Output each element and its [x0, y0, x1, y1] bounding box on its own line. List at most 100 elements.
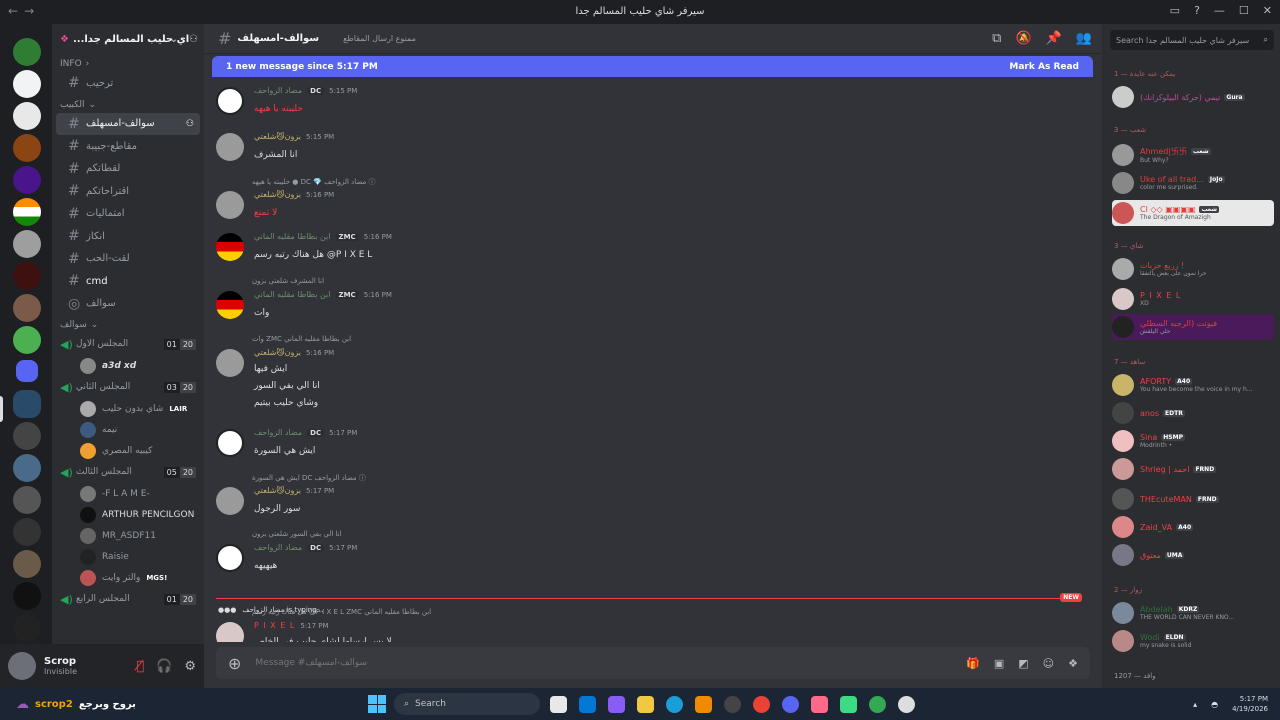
member-item[interactable]: Zaid_VA A40	[1112, 514, 1274, 540]
windows-start-icon[interactable]	[368, 695, 386, 713]
network-icon[interactable]: ◓	[1211, 700, 1218, 709]
taskbar-widget[interactable]: ☁ scrop2 بروح وبرجع	[16, 697, 136, 712]
headphones-icon[interactable]: 🎧	[156, 659, 172, 674]
settings-icon[interactable]: ⚙	[184, 659, 196, 674]
avatar[interactable]	[216, 291, 244, 319]
member-item[interactable]: Sina HSMP Modrinth •	[1112, 428, 1274, 454]
member-list-icon[interactable]: 👥	[1076, 31, 1092, 46]
channel-active[interactable]: # سوالف-امسهلف ⚇	[56, 112, 200, 135]
author-name[interactable]: مضاد الزواحف	[254, 428, 302, 437]
author-name[interactable]: مضاد الزواحف	[254, 86, 302, 95]
author-name[interactable]: بزون😼شلعتي	[254, 348, 301, 357]
apps-icon[interactable]: ❖	[1068, 657, 1078, 670]
message[interactable]: انا المشرف شلعتي بزون ابن بطاطا مقليه ال…	[216, 277, 1076, 327]
voice-user[interactable]: نيمه	[52, 419, 204, 440]
server-icon[interactable]	[13, 550, 41, 578]
channel-item[interactable]: # مقاطع-جبيبة	[56, 135, 200, 158]
sticker-icon[interactable]: ◩	[1018, 657, 1028, 670]
server-icon[interactable]	[13, 294, 41, 322]
channel-item[interactable]: ◎ سوالف	[56, 293, 200, 316]
voice-user[interactable]: والتر وایت MGS!	[52, 567, 204, 588]
category-info[interactable]: INFO ›	[52, 54, 204, 72]
message[interactable]: ايش هي السورة DC مضاد الزواحف ⓘ بزون😼شلع…	[216, 474, 1076, 523]
server-icon[interactable]	[13, 326, 41, 354]
avatar[interactable]	[216, 487, 244, 515]
channel-topic[interactable]: ممنوع ارسال المقاطع	[343, 34, 416, 43]
channel-item[interactable]: # لقت-الحب	[56, 248, 200, 271]
task-view-icon[interactable]	[550, 695, 567, 713]
author-name[interactable]: بزون😼شلعتي	[254, 190, 301, 199]
author-name[interactable]: ابن بطاطا مقليه الماني	[254, 290, 331, 299]
mute-icon[interactable]: 🎙̸	[136, 659, 144, 674]
avatar[interactable]	[216, 191, 244, 219]
member-item[interactable]: Abdelah KDRZ THE WORLD CAN NEVER KNO...	[1112, 600, 1274, 626]
member-item[interactable]: anos EDTR	[1112, 400, 1274, 426]
gif-icon[interactable]: ▣	[994, 657, 1004, 670]
mark-as-read-button[interactable]: Mark As Read	[1009, 62, 1079, 72]
avatar[interactable]	[216, 133, 244, 161]
voice-user[interactable]: MR_ASDF11	[52, 525, 204, 546]
author-name[interactable]: ابن بطاطا مقليه الماني	[254, 232, 331, 241]
avatar[interactable]	[216, 622, 244, 642]
steam-icon[interactable]	[724, 695, 741, 713]
member-item[interactable]: Cl ◇◇ ▣▣▣▣ شعب The Dragon of Amazigh	[1112, 200, 1274, 226]
tray-icon[interactable]: ▴	[1193, 700, 1197, 709]
server-icon[interactable]	[13, 166, 41, 194]
avatar[interactable]	[216, 544, 244, 572]
voice-user[interactable]: كيبيه المصري	[52, 440, 204, 461]
edge-icon[interactable]	[666, 695, 683, 713]
author-name[interactable]: بزون😼شلعتي	[254, 486, 301, 495]
server-icon[interactable]	[13, 38, 41, 66]
member-item[interactable]: زريع حزبات ! حرا نمون على بعض يالتفقا	[1112, 256, 1274, 282]
server-icon[interactable]	[13, 582, 41, 610]
server-icon[interactable]	[13, 102, 41, 130]
avatar[interactable]	[216, 429, 244, 457]
store-icon[interactable]	[579, 695, 596, 713]
maximize-button[interactable]: ☐	[1239, 4, 1249, 17]
pin-icon[interactable]: 📌	[1046, 31, 1062, 46]
voice-channel[interactable]: ◀) المجلس الاول 01 20	[52, 333, 204, 355]
server-icon[interactable]	[13, 230, 41, 258]
member-item[interactable]: Ahmed|卐卐 شعب But Why?	[1112, 142, 1274, 168]
avatar[interactable]	[216, 87, 244, 115]
gift-icon[interactable]: 🎁	[966, 657, 980, 670]
avatar[interactable]	[8, 652, 36, 680]
help-icon[interactable]: ?	[1194, 4, 1200, 17]
member-item[interactable]: Uke of all trad... JoJo color me surprised…	[1112, 170, 1274, 196]
taskbar-search[interactable]: ⌕ Search	[394, 693, 540, 715]
clock[interactable]: 5:17 PM 4/19/2026	[1232, 694, 1268, 714]
minimize-button[interactable]: —	[1214, 4, 1225, 17]
reply-preview[interactable]: انا المشرف شلعتي بزون	[252, 277, 324, 285]
avatar[interactable]	[216, 233, 244, 261]
member-item[interactable]: Shrieg | احمد FRND	[1112, 456, 1274, 482]
message[interactable]: هل هناك رتبه رسم @P I X E L ZMC ابن بطاط…	[216, 608, 1076, 642]
server-header[interactable]: ❖ ...اي حليب المسالم جدا ⌄ ⚇	[52, 24, 204, 54]
voice-channel[interactable]: ◀) المجلس الرابع 01 20	[52, 588, 204, 610]
channel-item[interactable]: # انکاز	[56, 225, 200, 248]
member-item[interactable]: Wodi ELDN my snake is solid	[1112, 628, 1274, 654]
message[interactable]: مضاد الزواحف DC 5:17 PM ايش هي السورة	[216, 425, 1076, 465]
avatar[interactable]	[216, 349, 244, 377]
server-icon[interactable]	[13, 422, 41, 450]
server-icon[interactable]	[13, 70, 41, 98]
chrome-icon[interactable]	[753, 695, 770, 713]
message[interactable]: وات ZMC ابن بطاطا مقليه الماني بزون😼شلعت…	[216, 335, 1076, 415]
server-icon[interactable]	[13, 390, 41, 418]
voice-user[interactable]: ARTHUR PENCILGON	[52, 504, 204, 525]
server-icon[interactable]	[13, 134, 41, 162]
member-item[interactable]: (تيمي (حركة البيلوكرانك Gura	[1112, 84, 1274, 110]
author-name[interactable]: بزون😼شلعتي	[254, 132, 301, 141]
member-item[interactable]: P I X E L XD	[1112, 286, 1274, 312]
member-item[interactable]: THEcuteMAN FRND	[1112, 486, 1274, 512]
server-icon[interactable]	[13, 454, 41, 482]
inbox-icon[interactable]: ▭	[1170, 4, 1180, 17]
reply-preview[interactable]: ايش هي السورة DC مضاد الزواحف ⓘ	[252, 473, 366, 483]
message-input[interactable]	[255, 658, 856, 668]
server-icon[interactable]	[13, 614, 41, 642]
voice-channel[interactable]: ◀) المجلس الثاني 03 20	[52, 376, 204, 398]
voice-user[interactable]: شاي بدون حليب LAIR	[52, 398, 204, 419]
author-name[interactable]: مضاد الزواحف	[254, 543, 302, 552]
member-item[interactable]: فيوتت (الرجبه السطلي حلي اليلقش	[1112, 314, 1274, 340]
server-icon[interactable]	[13, 518, 41, 546]
add-attachment-icon[interactable]: ⊕	[228, 654, 241, 673]
